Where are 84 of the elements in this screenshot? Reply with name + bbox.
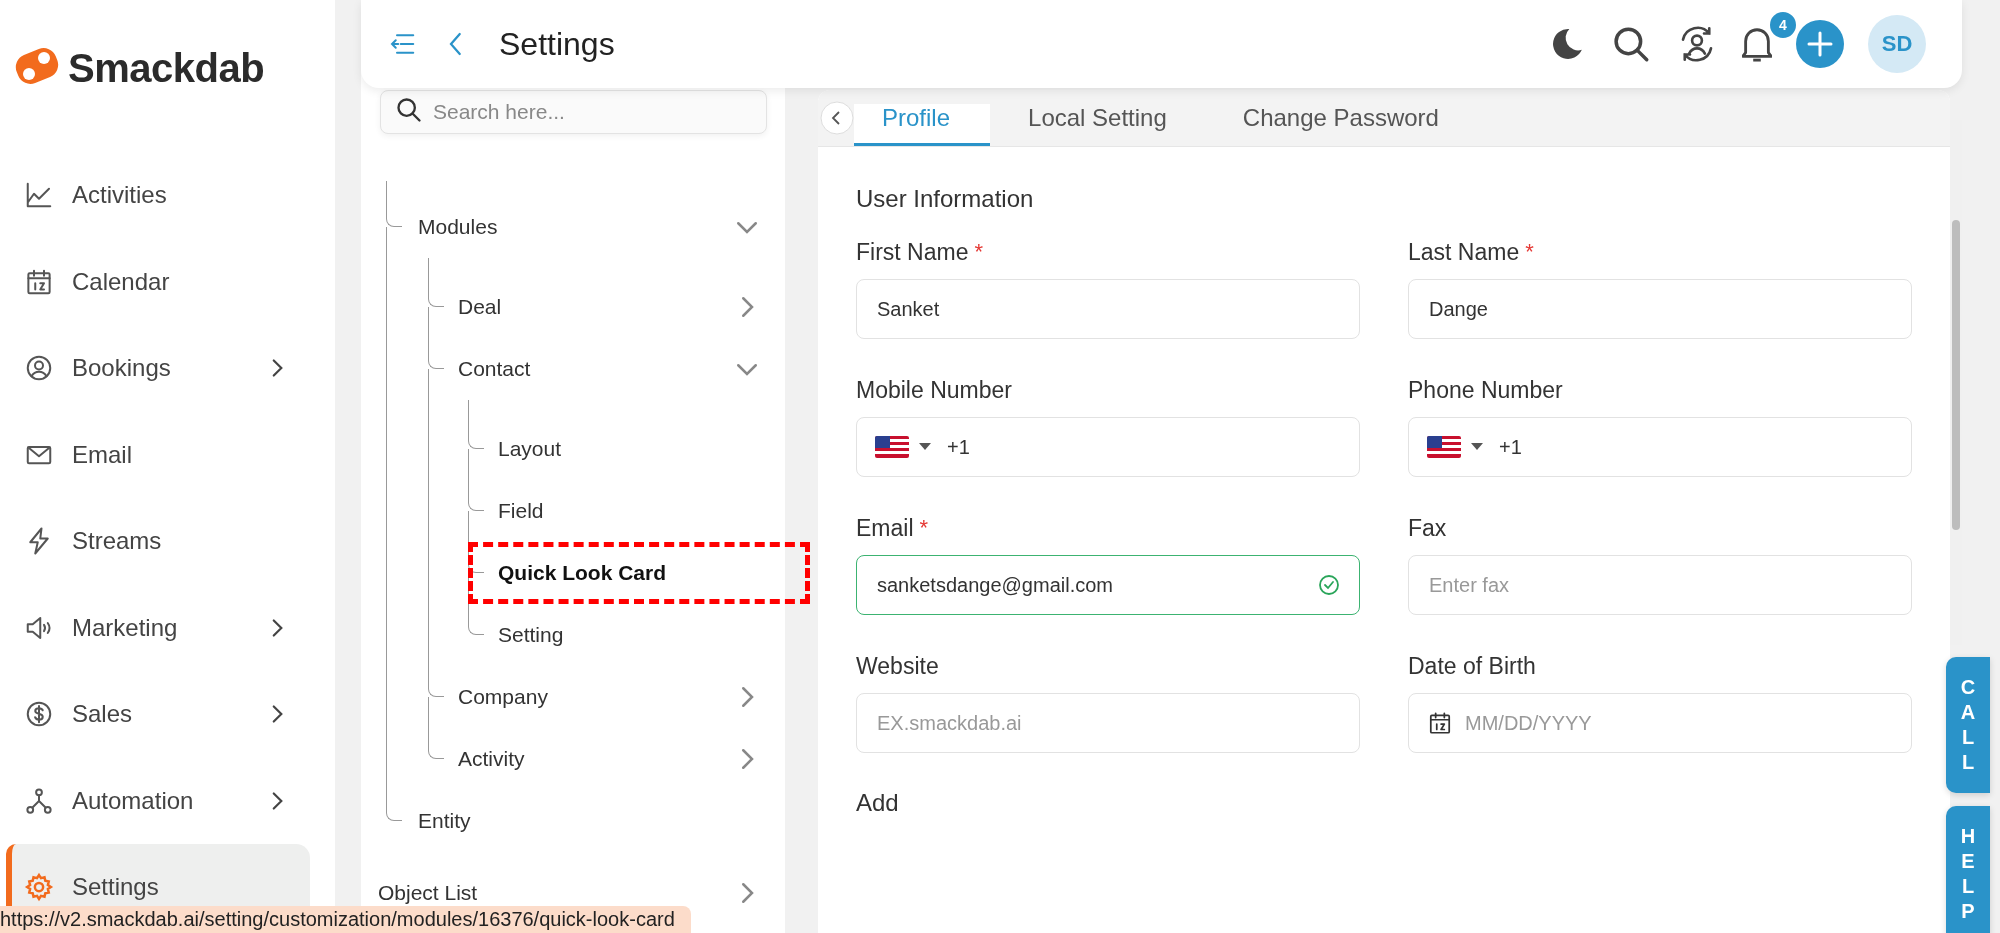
tree-item[interactable]: Activity bbox=[458, 747, 525, 771]
input-field[interactable]: MM/DD/YYYY bbox=[1408, 693, 1912, 753]
field-label: First Name bbox=[856, 238, 969, 266]
tree-item[interactable]: Company bbox=[458, 685, 548, 709]
search-input[interactable]: Search here... bbox=[431, 99, 735, 125]
flag-icon bbox=[875, 436, 909, 458]
input-value[interactable]: Dange bbox=[1427, 296, 1893, 322]
input-field[interactable]: EX.smackdab.ai bbox=[856, 693, 1360, 753]
tree-line bbox=[428, 307, 429, 338]
input-value[interactable]: EX.smackdab.ai bbox=[875, 710, 1341, 736]
sidebar-item[interactable]: Sales bbox=[6, 671, 310, 758]
tree-item[interactable]: Contact bbox=[458, 357, 531, 381]
sidebar-item[interactable]: Calendar bbox=[6, 238, 310, 325]
search-field[interactable]: Search here... bbox=[380, 90, 767, 134]
tree-line bbox=[468, 449, 469, 480]
caret-down-icon bbox=[919, 443, 931, 451]
tree-connector bbox=[468, 480, 484, 511]
sidebar-item[interactable]: Activities bbox=[6, 152, 310, 239]
tree-connector bbox=[428, 728, 444, 759]
sidebar-item[interactable]: Bookings bbox=[6, 325, 310, 412]
field-label: Fax bbox=[1408, 514, 1447, 542]
sidebar-item[interactable]: Automation bbox=[6, 757, 310, 844]
tree-connector bbox=[468, 418, 484, 449]
tree-item[interactable]: Layout bbox=[498, 437, 562, 461]
input-field[interactable]: Sanket bbox=[856, 279, 1360, 339]
sidebar-item[interactable]: Streams bbox=[6, 498, 310, 585]
check-circle-icon bbox=[1317, 573, 1341, 597]
tree-line bbox=[468, 400, 469, 418]
flow-icon bbox=[24, 785, 54, 816]
tree-item[interactable]: Entity bbox=[418, 809, 471, 833]
scrollbar-thumb[interactable] bbox=[1952, 220, 1960, 530]
input-value[interactable]: sanketsdange@gmail.com bbox=[875, 572, 1307, 598]
tree-line bbox=[386, 181, 387, 196]
tree-item[interactable]: Modules bbox=[418, 215, 498, 239]
input-value[interactable]: Sanket bbox=[875, 296, 1341, 322]
tree-connector bbox=[468, 604, 484, 635]
section-title: Add bbox=[856, 788, 900, 818]
input-field[interactable]: Dange bbox=[1408, 279, 1912, 339]
notification-badge: 4 bbox=[1768, 10, 1798, 40]
tree-connector bbox=[386, 790, 402, 821]
input-value[interactable]: +1 bbox=[1497, 434, 1893, 460]
tree-line bbox=[428, 258, 429, 276]
input-field[interactable]: Enter fax bbox=[1408, 555, 1912, 615]
required-mark: * bbox=[974, 239, 983, 265]
tree-connector bbox=[428, 666, 444, 697]
tree-item[interactable]: Quick Look Card bbox=[498, 561, 667, 585]
search-icon bbox=[395, 96, 423, 124]
input-field[interactable]: +1 bbox=[856, 417, 1360, 477]
tree-connector bbox=[428, 338, 444, 369]
input-field[interactable]: sanketsdange@gmail.com bbox=[856, 555, 1360, 615]
bell-icon[interactable] bbox=[1742, 26, 1772, 62]
section-title: User Information bbox=[856, 184, 1035, 214]
input-value[interactable]: MM/DD/YYYY bbox=[1463, 710, 1893, 736]
field-label: Phone Number bbox=[1408, 376, 1563, 404]
flag-icon bbox=[1427, 436, 1461, 458]
input-field[interactable]: +1 bbox=[1408, 417, 1912, 477]
field-label: Email bbox=[856, 514, 914, 542]
input-value[interactable]: Enter fax bbox=[1427, 572, 1893, 598]
caret-down-icon bbox=[1471, 443, 1483, 451]
tree-item[interactable]: Deal bbox=[458, 295, 502, 319]
tree-line bbox=[468, 511, 469, 542]
calendar-icon bbox=[1427, 710, 1453, 736]
field-label: Date of Birth bbox=[1408, 652, 1536, 680]
tab[interactable]: Change Password bbox=[1204, 104, 1477, 146]
tree-line bbox=[428, 697, 429, 728]
required-mark: * bbox=[919, 515, 929, 541]
add-button[interactable] bbox=[1796, 20, 1844, 68]
input-value[interactable]: +1 bbox=[945, 434, 1341, 460]
gear-icon bbox=[24, 872, 54, 903]
tab[interactable]: Local Setting bbox=[990, 104, 1205, 146]
field-label: Mobile Number bbox=[856, 376, 1012, 404]
field-label: Website bbox=[856, 652, 939, 680]
field-label: Last Name bbox=[1408, 238, 1520, 266]
logo-text: Smackdab bbox=[68, 45, 265, 91]
tree-item[interactable]: Setting bbox=[498, 623, 564, 647]
url-tooltip: https://v2.smackdab.ai/setting/customization/modules/16376/quick-look-card bbox=[0, 906, 691, 933]
tree-connector bbox=[428, 276, 444, 307]
tree-item[interactable]: Field bbox=[498, 499, 544, 523]
tree-connector bbox=[386, 196, 402, 227]
sidebar-item[interactable]: Email bbox=[6, 411, 310, 498]
sidebar-item[interactable]: Marketing bbox=[6, 584, 310, 671]
page-title: Settings bbox=[499, 25, 615, 63]
required-mark: * bbox=[1525, 239, 1534, 265]
back-button[interactable] bbox=[820, 101, 854, 135]
